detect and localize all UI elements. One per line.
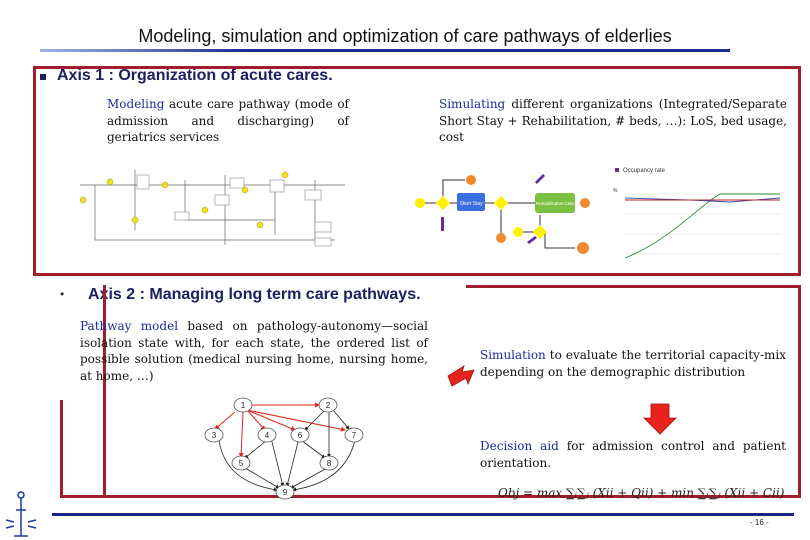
graph-node: 6 <box>290 427 310 443</box>
series-line-integrated <box>624 193 780 259</box>
red-arrow-down-icon <box>643 403 677 435</box>
svg-text:9: 9 <box>283 488 288 497</box>
graph-node: 3 <box>204 427 224 443</box>
title-underline <box>40 49 730 52</box>
care-pathway-model-diagram <box>79 170 345 247</box>
bullet-icon: • <box>60 287 65 301</box>
axis1-heading: Axis 1 : Organization of acute cares. <box>57 67 333 84</box>
graph-node: 2 <box>318 397 338 413</box>
svg-text:5: 5 <box>239 459 244 468</box>
highlight: Decision aid <box>480 439 559 453</box>
state-transition-graph: 1 2 3 4 6 7 5 8 9 <box>204 397 364 500</box>
rehab-label: Rehabilitative Care <box>536 201 575 206</box>
axis2-pathway-text: Pathway model based on pathology-autonom… <box>80 318 428 384</box>
highlight: Modeling <box>107 97 165 111</box>
graph-node: 4 <box>257 427 277 443</box>
short-stay-label: Short Stay <box>459 201 483 207</box>
red-arrow-right-icon <box>447 365 475 387</box>
footer-rule <box>52 513 794 516</box>
axis2-decision-text: Decision aid for admission control and p… <box>480 438 786 471</box>
svg-text:3: 3 <box>212 431 217 440</box>
graph-node: 1 <box>233 397 253 413</box>
y-axis-label: % <box>613 188 618 194</box>
institution-logo <box>5 491 37 537</box>
chart-title: Occupancy rate <box>623 168 666 174</box>
axis1-modeling-text: Modeling acute care pathway (mode of adm… <box>107 96 349 146</box>
graph-node: 9 <box>275 484 295 500</box>
axis2-frame-left <box>60 400 63 498</box>
graph-node: 5 <box>231 455 251 471</box>
graph-node: 8 <box>319 455 339 471</box>
legend-marker <box>615 168 619 172</box>
svg-text:6: 6 <box>298 431 303 440</box>
svg-text:7: 7 <box>352 431 357 440</box>
objective-formula: Obj = max ∑ᵢ∑ⱼ (Xii + Qii) + min ∑ᵢ∑ⱼ (X… <box>498 486 785 500</box>
highlight: Pathway model <box>80 319 179 333</box>
axis2-simulation-text: Simulation to evaluate the territorial c… <box>480 347 786 380</box>
graph-node: 7 <box>344 427 364 443</box>
slide-title: Modeling, simulation and optimization of… <box>138 26 672 46</box>
page-number: - 16 - <box>750 518 769 527</box>
svg-text:8: 8 <box>327 459 332 468</box>
highlight: Simulating <box>439 97 506 111</box>
svg-text:2: 2 <box>326 401 331 410</box>
highlight: Simulation <box>480 348 546 362</box>
axis2-frame-top <box>466 285 801 288</box>
occupancy-rate-chart: Occupancy rate % <box>613 168 781 259</box>
axis1-simulating-text: Simulating different organizations (Inte… <box>439 96 787 146</box>
svg-text:4: 4 <box>265 431 270 440</box>
svg-text:1: 1 <box>241 401 246 410</box>
bullet-icon <box>40 74 46 80</box>
short-stay-flow-diagram: Short Stay Rehabilitative Care <box>415 174 590 254</box>
